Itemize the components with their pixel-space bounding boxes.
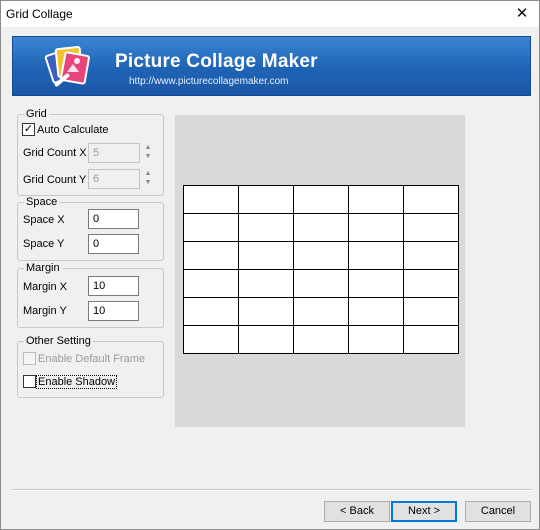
- enable-default-frame-label: Enable Default Frame: [38, 353, 145, 365]
- margin-group-legend: Margin: [26, 262, 60, 274]
- title-bar: Grid Collage ✕: [1, 1, 539, 27]
- grid-count-x-input[interactable]: 5: [88, 143, 140, 163]
- space-group-legend: Space: [26, 196, 58, 208]
- grid-preview-cell: [348, 213, 404, 242]
- grid-preview-cell: [293, 185, 349, 214]
- photo-collage-logo-icon: [44, 46, 90, 87]
- grid-preview-cell: [348, 269, 404, 298]
- grid-preview-cell: [238, 297, 294, 326]
- grid-preview-cell: [238, 325, 294, 354]
- grid-group-legend: Grid: [26, 108, 47, 120]
- grid-count-y-input[interactable]: 6: [88, 169, 140, 189]
- spin-up-icon[interactable]: ▲: [145, 170, 152, 177]
- margin-x-input[interactable]: 10: [88, 276, 139, 296]
- grid-preview-cell: [183, 325, 239, 354]
- enable-shadow-checkbox[interactable]: [23, 375, 36, 388]
- grid-preview-row: [183, 297, 459, 326]
- grid-preview-panel: [175, 115, 465, 427]
- grid-preview-cell: [403, 241, 459, 270]
- grid-preview-cell: [293, 241, 349, 270]
- grid-preview-cell: [183, 213, 239, 242]
- grid-preview-cell: [183, 241, 239, 270]
- grid-preview-row: [183, 269, 459, 298]
- enable-shadow-focus-rect: Enable Shadow: [36, 375, 118, 389]
- grid-preview-cell: [403, 185, 459, 214]
- grid-count-y-spinner[interactable]: ▲ ▼: [144, 169, 152, 189]
- margin-y-label: Margin Y: [23, 305, 67, 317]
- enable-shadow-label: Enable Shadow: [38, 376, 116, 388]
- grid-preview-cell: [348, 325, 404, 354]
- grid-preview-cell: [403, 213, 459, 242]
- enable-default-frame-checkbox[interactable]: [23, 352, 36, 365]
- margin-y-input[interactable]: 10: [88, 301, 139, 321]
- grid-preview-cell: [293, 269, 349, 298]
- grid-preview-row: [183, 213, 459, 242]
- grid-preview-row: [183, 185, 459, 214]
- grid-preview-cell: [293, 297, 349, 326]
- cancel-button[interactable]: Cancel: [465, 501, 531, 522]
- grid-preview-cell: [238, 185, 294, 214]
- banner-title: Picture Collage Maker: [115, 51, 318, 72]
- spin-down-icon[interactable]: ▼: [145, 153, 152, 160]
- banner: Picture Collage Maker http://www.picture…: [12, 36, 531, 96]
- space-y-input[interactable]: 0: [88, 234, 139, 254]
- space-x-label: Space X: [23, 214, 65, 226]
- grid-preview-cell: [183, 185, 239, 214]
- grid-collage-dialog: Grid Collage ✕ Picture Collage Maker htt…: [0, 0, 540, 530]
- grid-preview-cell: [403, 297, 459, 326]
- auto-calculate-checkbox[interactable]: ✓: [22, 123, 35, 136]
- grid-preview-cell: [293, 213, 349, 242]
- grid-preview-cell: [348, 297, 404, 326]
- other-setting-legend: Other Setting: [26, 335, 91, 347]
- bottom-separator: [12, 489, 531, 491]
- grid-preview-cell: [403, 269, 459, 298]
- grid-preview-cell: [238, 241, 294, 270]
- next-button[interactable]: Next >: [391, 501, 457, 522]
- window-title: Grid Collage: [6, 7, 73, 21]
- close-icon[interactable]: ✕: [505, 1, 539, 27]
- back-button[interactable]: < Back: [324, 501, 390, 522]
- space-y-label: Space Y: [23, 238, 65, 250]
- grid-preview-cell: [348, 185, 404, 214]
- grid-preview-cell: [183, 269, 239, 298]
- grid-preview-row: [183, 325, 459, 354]
- grid-preview: [183, 185, 459, 354]
- grid-count-x-spinner[interactable]: ▲ ▼: [144, 143, 152, 163]
- margin-x-label: Margin X: [23, 281, 68, 293]
- grid-preview-cell: [403, 325, 459, 354]
- spin-down-icon[interactable]: ▼: [145, 179, 152, 186]
- spin-up-icon[interactable]: ▲: [145, 144, 152, 151]
- grid-preview-row: [183, 241, 459, 270]
- grid-preview-cell: [183, 297, 239, 326]
- grid-preview-cell: [293, 325, 349, 354]
- space-x-input[interactable]: 0: [88, 209, 139, 229]
- grid-preview-cell: [238, 269, 294, 298]
- grid-count-x-label: Grid Count X: [23, 147, 87, 159]
- grid-preview-cell: [348, 241, 404, 270]
- auto-calculate-label: Auto Calculate: [37, 124, 109, 136]
- grid-preview-cell: [238, 213, 294, 242]
- grid-count-y-label: Grid Count Y: [23, 174, 87, 186]
- banner-url: http://www.picturecollagemaker.com: [129, 76, 289, 87]
